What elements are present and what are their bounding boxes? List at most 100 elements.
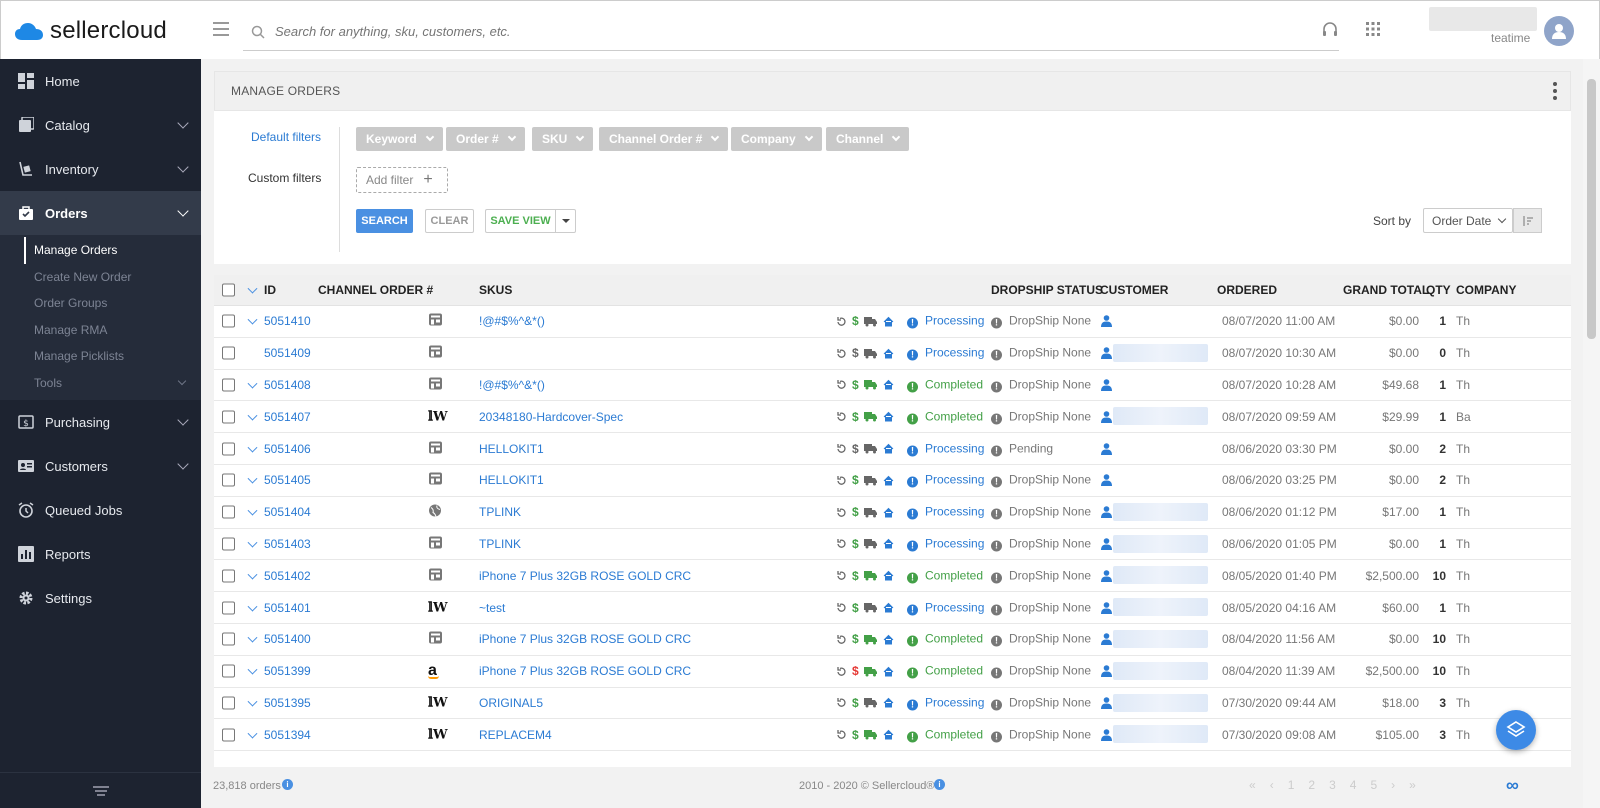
sidebar-item-queued-jobs[interactable]: Queued Jobs — [0, 488, 201, 532]
apps-grid-icon[interactable] — [1365, 21, 1381, 40]
customer-icon[interactable] — [1101, 697, 1112, 709]
expand-row-icon[interactable] — [247, 664, 258, 675]
search-button[interactable]: SEARCH — [356, 209, 413, 233]
customer-icon[interactable] — [1101, 379, 1112, 391]
expand-row-icon[interactable] — [247, 537, 258, 548]
scrollbar-thumb[interactable] — [1587, 79, 1596, 339]
col-channel-order[interactable]: CHANNEL ORDER # — [318, 283, 433, 297]
customer-icon[interactable] — [1101, 728, 1112, 741]
layers-fab-button[interactable] — [1496, 710, 1536, 750]
row-checkbox[interactable] — [222, 473, 235, 487]
customer-icon[interactable] — [1101, 347, 1112, 360]
add-filter-button[interactable]: Add filter + — [356, 167, 448, 193]
customer-icon[interactable] — [1101, 665, 1112, 678]
expand-row-icon[interactable] — [247, 569, 258, 580]
expand-row-icon[interactable] — [247, 633, 258, 643]
order-id-link[interactable]: 5051406 — [264, 442, 311, 456]
table-row[interactable]: 5051410 !@#$%^&*() $! Processing! DropShip N… — [214, 306, 1571, 338]
col-customer[interactable]: CUSTOMER — [1100, 283, 1168, 297]
customer-icon[interactable] — [1101, 569, 1112, 582]
subnav-create-new-order[interactable]: Create New Order — [0, 264, 201, 291]
table-row[interactable]: 5051406 HELLOKIT1 $! Processing! Pending 08/0… — [214, 433, 1571, 465]
default-filters-label[interactable]: Default filters — [251, 130, 321, 144]
order-id-link[interactable]: 5051407 — [264, 410, 311, 424]
infinite-scroll-icon[interactable]: ∞ — [1506, 775, 1519, 796]
row-checkbox[interactable] — [222, 410, 235, 424]
headset-icon[interactable] — [1321, 21, 1339, 42]
order-id-link[interactable]: 5051402 — [264, 569, 311, 583]
customer-name-blurred[interactable] — [1113, 629, 1208, 648]
sidebar-item-orders[interactable]: Orders — [0, 191, 201, 235]
col-dropship-status[interactable]: DROPSHIP STATUS — [991, 283, 1103, 297]
table-row[interactable]: 5051408 !@#$%^&*() $! Completed! DropShip No… — [214, 370, 1571, 402]
subnav-manage-picklists[interactable]: Manage Picklists — [0, 343, 201, 370]
page-2[interactable]: 2 — [1308, 778, 1315, 792]
collapse-sidebar-icon[interactable] — [0, 772, 201, 808]
subnav-manage-orders[interactable]: Manage Orders — [24, 237, 201, 264]
filter-chip-channel[interactable]: Channel — [826, 127, 910, 151]
sku-link[interactable]: iPhone 7 Plus 32GB ROSE GOLD CRC — [479, 632, 691, 646]
select-all-checkbox[interactable] — [222, 283, 235, 297]
row-checkbox[interactable] — [222, 664, 235, 678]
search-input[interactable] — [275, 24, 1175, 39]
sku-link[interactable]: HELLOKIT1 — [479, 473, 544, 487]
customer-name-blurred[interactable] — [1113, 566, 1208, 585]
filter-chip-company[interactable]: Company — [731, 127, 822, 151]
customer-icon[interactable] — [1101, 633, 1112, 646]
sidebar-item-home[interactable]: Home — [0, 59, 201, 103]
sku-link[interactable]: iPhone 7 Plus 32GB ROSE GOLD CRC — [479, 569, 691, 583]
sku-link[interactable]: ~test — [479, 601, 505, 615]
customer-icon[interactable] — [1101, 474, 1112, 487]
sidebar-item-inventory[interactable]: Inventory — [0, 147, 201, 191]
sidebar-item-customers[interactable]: Customers — [0, 444, 201, 488]
customer-icon[interactable] — [1101, 442, 1112, 455]
customer-icon[interactable] — [1101, 410, 1112, 423]
filter-chip-sku[interactable]: SKU — [532, 127, 594, 151]
row-checkbox[interactable] — [222, 728, 235, 742]
order-id-link[interactable]: 5051409 — [264, 346, 311, 360]
page-1[interactable]: 1 — [1288, 778, 1295, 792]
order-id-link[interactable]: 5051405 — [264, 473, 311, 487]
last-page-icon[interactable]: » — [1409, 778, 1416, 792]
filter-chip-channel-order[interactable]: Channel Order # — [599, 127, 729, 151]
row-checkbox[interactable] — [222, 601, 235, 615]
table-row[interactable]: 5051399 a iPhone 7 Plus 32GB ROSE GOLD CRC… — [214, 656, 1571, 688]
logo[interactable]: sellercloud — [14, 17, 167, 45]
col-qty[interactable]: QTY — [1426, 283, 1451, 297]
table-row[interactable]: 5051402 iPhone 7 Plus 32GB ROSE GOLD CRC $… — [214, 560, 1571, 593]
col-company[interactable]: COMPANY — [1456, 283, 1516, 297]
sku-link[interactable]: !@#$%^&*() — [479, 378, 545, 392]
col-skus[interactable]: SKUS — [479, 283, 512, 297]
prev-page-icon[interactable]: ‹ — [1270, 778, 1274, 792]
save-view-button[interactable]: SAVE VIEW — [485, 209, 555, 233]
customer-name-blurred[interactable] — [1113, 598, 1208, 617]
table-row[interactable]: 5051403 TPLINK $! Processing! DropShip None 0… — [214, 529, 1571, 561]
sku-link[interactable]: ORIGINAL5 — [479, 696, 543, 710]
first-page-icon[interactable]: « — [1249, 778, 1256, 792]
expand-row-icon[interactable] — [247, 601, 258, 612]
page-4[interactable]: 4 — [1350, 778, 1357, 792]
col-grand-total[interactable]: GRAND TOTAL — [1343, 283, 1429, 297]
subnav-manage-rma[interactable]: Manage RMA — [0, 317, 201, 344]
table-row[interactable]: 5051404 TPLINK $! Processing! DropShip None 0… — [214, 497, 1571, 529]
order-id-link[interactable]: 5051395 — [264, 696, 311, 710]
order-id-link[interactable]: 5051404 — [264, 505, 311, 519]
clear-button[interactable]: CLEAR — [425, 209, 474, 233]
page-3[interactable]: 3 — [1329, 778, 1336, 792]
order-id-link[interactable]: 5051401 — [264, 601, 311, 615]
table-row[interactable]: 5051401 𝕝W ~test $! Processing! DropShip None… — [214, 592, 1571, 624]
sort-by-select[interactable]: Order Date — [1423, 208, 1513, 233]
row-checkbox[interactable] — [222, 632, 235, 646]
customer-icon[interactable] — [1101, 506, 1112, 519]
subnav-order-groups[interactable]: Order Groups — [0, 290, 201, 317]
order-id-link[interactable]: 5051403 — [264, 537, 311, 551]
table-row[interactable]: 5051405 HELLOKIT1 $! Processing! DropShip No… — [214, 465, 1571, 497]
customer-name-blurred[interactable] — [1113, 693, 1208, 712]
order-id-link[interactable]: 5051394 — [264, 728, 311, 742]
expand-all-icon[interactable] — [247, 283, 258, 294]
row-checkbox[interactable] — [222, 346, 235, 360]
sku-link[interactable]: REPLACEM4 — [479, 728, 552, 742]
row-checkbox[interactable] — [222, 696, 235, 710]
avatar-icon[interactable] — [1544, 16, 1574, 46]
table-row[interactable]: 5051409 $! Processing! DropShip None 08/07/2… — [214, 338, 1571, 370]
